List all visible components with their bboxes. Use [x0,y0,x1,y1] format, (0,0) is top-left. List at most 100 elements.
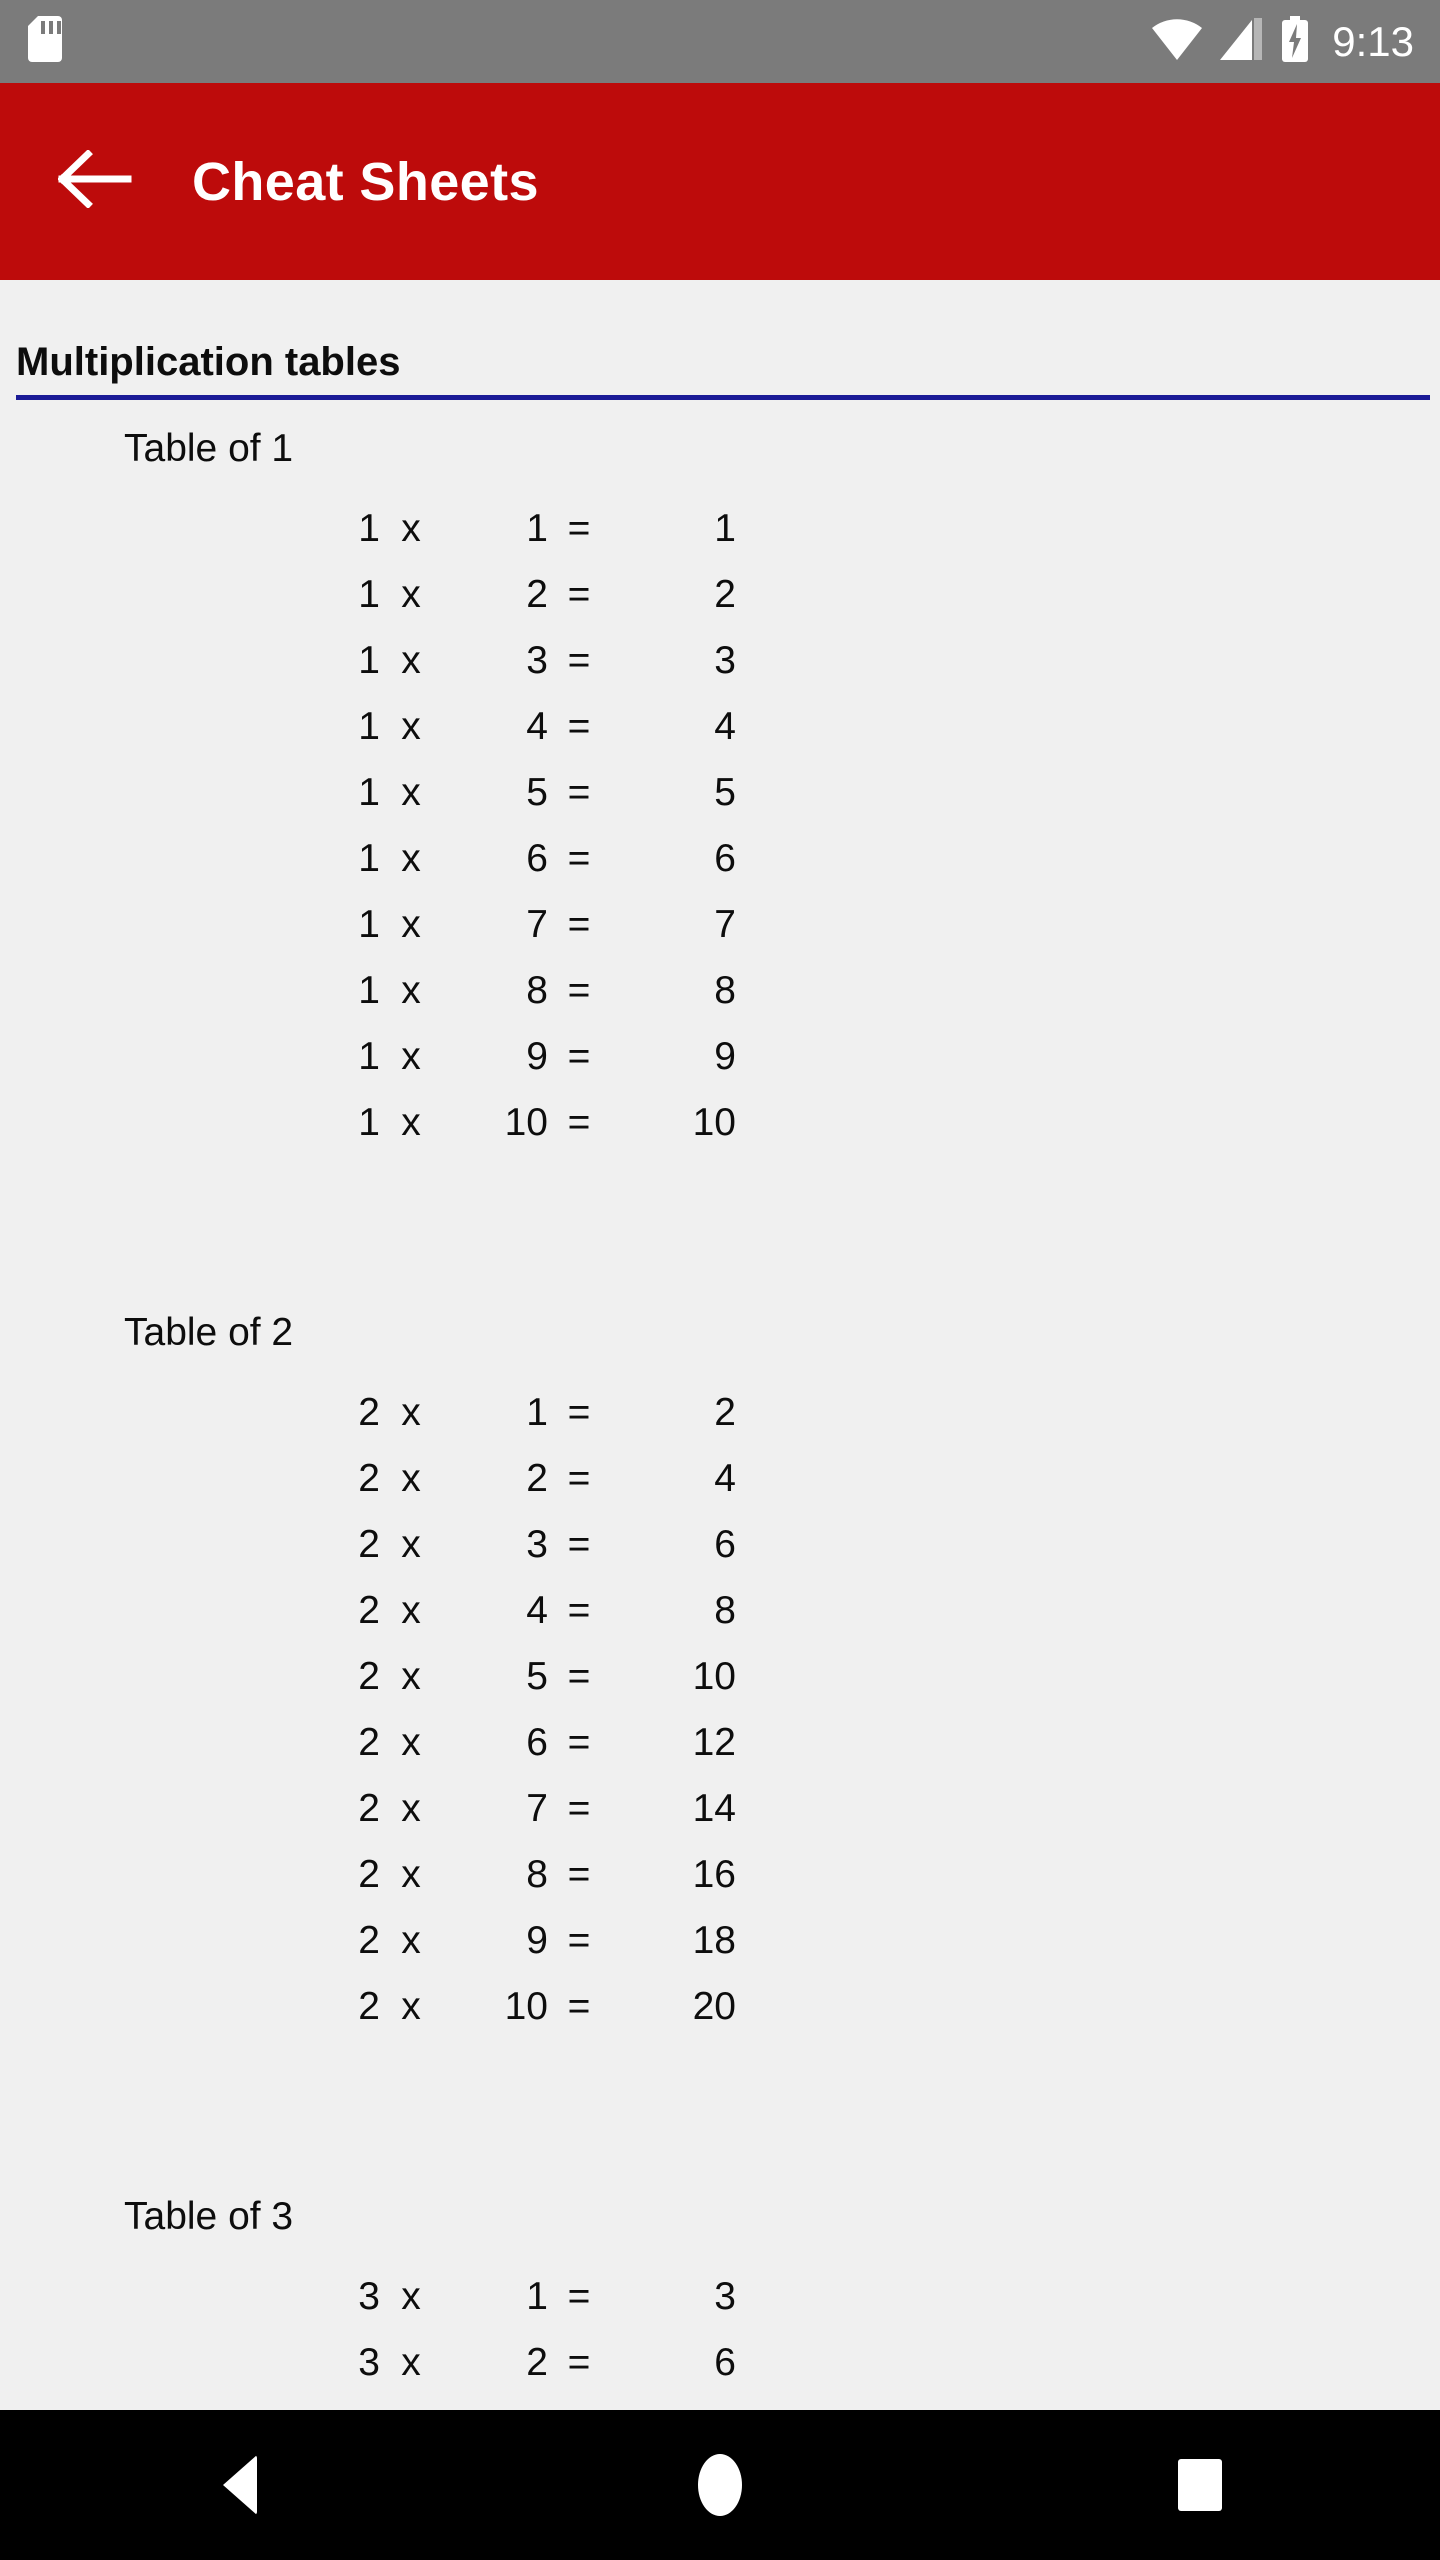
table-caption: Table of 1 [124,427,294,470]
table-rows: 3x1=33x2=63x3=93x4=123x5=15 [0,2263,736,2411]
table-row: 1 x 7 = 7 [288,891,736,957]
table-row: 2 x 2 = 4 [288,1445,736,1511]
table-row: 2 x 1 = 2 [288,1379,736,1445]
arrow-left-icon [57,149,132,213]
multiplicand-value: 8 [526,968,548,1012]
back-button[interactable] [40,127,150,237]
equals-operator: = [567,2340,591,2384]
equals-operator: = [567,1034,591,1078]
multiplier-value: 2 [358,1918,380,1962]
multiply-operator: x [401,704,421,748]
multiply-operator: x [401,1390,421,1434]
multiplier-value: 2 [358,1390,380,1434]
table-block-spacer [0,1155,735,1235]
equals-operator: = [567,836,591,880]
multiply-operator: x [401,836,421,880]
multiply-operator: x [401,506,421,550]
multiplicand-value: 6 [526,836,548,880]
table-row: 2 x 9 = 18 [288,1907,736,1973]
equals-operator: = [567,1720,591,1764]
multiply-operator: x [401,1984,421,2028]
multiply-operator: x [401,638,421,682]
product-value: 6 [714,1522,736,1566]
equals-operator: = [567,704,591,748]
back-triangle-icon [223,2455,257,2515]
multiply-operator: x [401,2274,421,2318]
table-rows: 2 x 1 = 2 2 x 2 = 4 2 x 3 = 6 2 x 4 = 8 2 x 5 = 10 2 x 6 = 12 2 x 7 = 14 2 x… [0,1379,736,2039]
status-bar-left-icons [28,16,62,67]
table-row: 3 x 1 = 3 [288,2263,736,2329]
page-title: Cheat Sheets [192,151,539,212]
wifi-icon [1151,18,1203,65]
multiplier-value: 1 [358,968,380,1012]
multiplicand-value: 10 [504,1100,548,1144]
status-bar-right-icons: 9:13 [1151,16,1414,67]
product-value: 4 [714,1456,736,1500]
table-row: 2 x 10 = 20 [288,1973,736,2039]
table-row: 2 x 7 = 14 [288,1775,736,1841]
product-value: 14 [692,1786,736,1830]
multiplier-value: 1 [358,506,380,550]
equals-operator: = [567,1786,591,1830]
multiply-operator: x [401,1852,421,1896]
table-caption: Table of 8 [735,1313,1440,1457]
recents-square-icon [1178,2459,1222,2511]
multiplicand-value: 7 [526,1786,548,1830]
table-row: 1 x 1 = 1 [288,495,736,561]
multiply-operator: x [401,1588,421,1632]
product-value: 6 [714,836,736,880]
equals-operator: = [567,770,591,814]
product-value: 10 [692,1100,736,1144]
cheat-sheet-content[interactable]: Multiplication tables Table of 1 1 x 1 = 1 1 x 2… [0,280,1440,2410]
multiplicand-value: 10 [504,1984,548,2028]
multiplicand-value: 4 [526,704,548,748]
sd-card-icon [28,16,62,67]
multiplicand-value: 7 [526,902,548,946]
multiplier-value: 2 [358,1984,380,2028]
multiplier-value: 1 [358,836,380,880]
table-row: 1 x 6 = 6 [288,825,736,891]
multiplicand-value: 9 [526,1034,548,1078]
table-block: Table of 77x1=77x2=147x3=217x4=287x5=357… [735,429,1440,1313]
multiplicand-value: 2 [526,572,548,616]
product-value: 2 [714,572,736,616]
product-value: 3 [714,638,736,682]
multiplier-value: 1 [358,572,380,616]
nav-recents-button[interactable] [1120,2410,1280,2560]
table-block: Table of 33x1=33x2=63x3=93x4=123x5=15 [0,2195,736,2411]
table-row: 2 x 3 = 6 [288,1511,736,1577]
equals-operator: = [567,1456,591,1500]
product-value: 2 [714,1390,736,1434]
multiplier-value: 3 [358,2274,380,2318]
section-divider [16,395,1430,400]
equals-operator: = [567,968,591,1012]
product-value: 9 [714,1034,736,1078]
table-row: 2 x 4 = 8 [288,1577,736,1643]
table-rows: 1 x 1 = 1 1 x 2 = 2 1 x 3 = 3 1 x 4 = 4 1 x 5 = 5 1 x 6 = 6 1 x 7 = 7 1 x 8 = 8… [0,495,736,1155]
equals-operator: = [567,902,591,946]
table-row: 3 x 2 = 6 [288,2329,736,2395]
section-header: Multiplication tables [0,280,1440,400]
multiply-operator: x [401,770,421,814]
table-block: Table of 88x1=88x2=168x3=248x4=328x5=408… [735,1313,1440,2197]
table-block: Table of 99x1=99x2=189x3=279x4=369x5=45 [735,2197,1440,2410]
product-value: 16 [692,1852,736,1896]
table-caption: Table of 3 [124,2195,294,2238]
table-row: 2 x 6 = 12 [288,1709,736,1775]
multiply-operator: x [401,1034,421,1078]
table-block: Table of 1 1 x 1 = 1 1 x 2 = 2 1 x 3 = 3 1 x 4 = 4 1 x 5 = 5 1 x 6 = 6… [0,427,736,1313]
multiplication-tables-grid: Table of 1 1 x 1 = 1 1 x 2 = 2 1 x 3 = 3 1 x 4 = 4 1 x 5 = 5 1 x 6 = 6… [0,429,1440,2410]
table-block-spacer [735,1233,1440,1313]
nav-back-button[interactable] [160,2410,320,2560]
equals-operator: = [567,1588,591,1632]
battery-charging-icon [1281,16,1309,67]
multiply-operator: x [401,1654,421,1698]
table-row: 3x3=9 [288,2395,736,2411]
product-value: 12 [692,1720,736,1764]
multiplier-value: 1 [358,1034,380,1078]
android-navigation-bar [0,2410,1440,2560]
multiplicand-value: 4 [526,1588,548,1632]
nav-home-button[interactable] [640,2410,800,2560]
multiplicand-value: 1 [526,2274,548,2318]
multiply-operator: x [401,1522,421,1566]
